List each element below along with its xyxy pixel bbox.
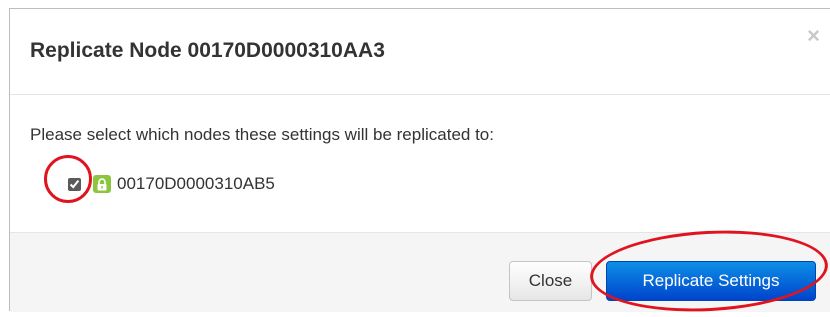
- node-selection-prompt: Please select which nodes these settings…: [30, 125, 494, 144]
- node-list-item: 00170D0000310AB5: [68, 172, 275, 196]
- node-checkbox[interactable]: [68, 177, 81, 191]
- dialog-header: Replicate Node 00170D0000310AA3 ×: [10, 9, 830, 95]
- replicate-settings-button[interactable]: Replicate Settings: [606, 261, 816, 301]
- dialog-body: Please select which nodes these settings…: [10, 95, 830, 232]
- lock-icon: [93, 175, 111, 193]
- node-label: 00170D0000310AB5: [117, 174, 275, 193]
- dialog-footer: Close Replicate Settings: [10, 232, 830, 312]
- close-button[interactable]: Close: [509, 261, 592, 301]
- dialog-title: Replicate Node 00170D0000310AA3: [30, 39, 385, 62]
- close-icon[interactable]: ×: [807, 25, 820, 47]
- replicate-node-dialog: Replicate Node 00170D0000310AA3 × Please…: [9, 8, 830, 312]
